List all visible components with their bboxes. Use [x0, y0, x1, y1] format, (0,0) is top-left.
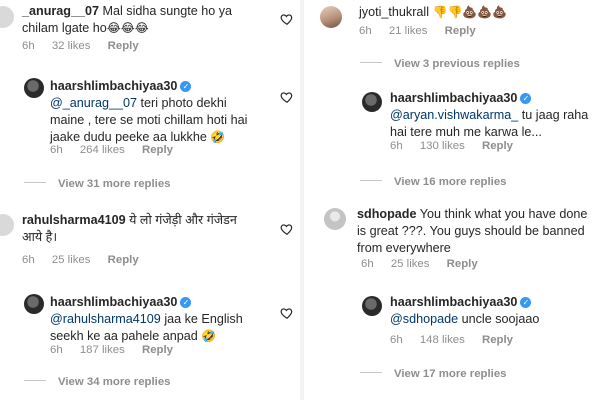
- comment-likes[interactable]: 25 likes: [52, 254, 91, 266]
- view-more-line: [24, 182, 46, 183]
- heart-outline-icon[interactable]: [280, 306, 294, 320]
- comment-text: ये लो गंजेड़ी और गंजेडन: [129, 213, 237, 227]
- comment-text: seekh ke aa pahele anpad: [50, 329, 198, 343]
- verified-badge-icon: ✓: [180, 81, 192, 92]
- comment-text: jaake dudu peeke aa lukkhe: [50, 130, 207, 144]
- comment-username[interactable]: haarshlimbachiyaa30: [50, 79, 177, 93]
- comment-likes[interactable]: 21 likes: [389, 25, 428, 37]
- reply-button[interactable]: Reply: [445, 25, 476, 37]
- view-more-label: View 16 more replies: [394, 176, 507, 188]
- reply-button[interactable]: Reply: [447, 258, 478, 270]
- view-more-line: [360, 372, 382, 373]
- avatar[interactable]: [362, 296, 382, 316]
- reply-button[interactable]: Reply: [482, 140, 513, 152]
- reply-button[interactable]: Reply: [142, 144, 173, 156]
- view-more-replies[interactable]: View 17 more replies: [360, 368, 507, 380]
- comment-username[interactable]: sdhopade: [357, 207, 416, 221]
- comment-emoji: 🤣: [210, 130, 226, 144]
- view-more-line: [360, 62, 382, 63]
- comment: sdhopade You think what you have done is…: [304, 202, 600, 274]
- comment-time: 6h: [50, 344, 63, 356]
- comment-time: 6h: [361, 258, 374, 270]
- mention-link[interactable]: @rahulsharma4109: [50, 312, 161, 326]
- comment-text: from everywhere: [357, 241, 451, 255]
- reply-button[interactable]: Reply: [482, 334, 513, 346]
- avatar[interactable]: [320, 6, 342, 28]
- view-more-line: [360, 180, 382, 181]
- view-more-label: View 3 previous replies: [394, 58, 520, 70]
- comment: _anurag__07 Mal sidha sungte ho ya chila…: [0, 0, 300, 60]
- comment-text: jaa ke English: [164, 312, 243, 326]
- reply-button[interactable]: Reply: [108, 254, 139, 266]
- comment-text: teri photo dekhi: [140, 96, 227, 110]
- avatar[interactable]: [0, 6, 14, 28]
- left-comment-column: _anurag__07 Mal sidha sungte ho ya chila…: [0, 0, 300, 400]
- heart-outline-icon[interactable]: [280, 222, 294, 236]
- heart-outline-icon[interactable]: [280, 12, 294, 26]
- right-comment-column: jyoti_thukrall 👎👎💩💩💩 6h 21 likes Reply V…: [304, 0, 600, 400]
- comment-likes[interactable]: 187 likes: [80, 344, 125, 356]
- comment-text: is great ???. You guys should be banned: [357, 224, 585, 238]
- comment-text: tu jaag raha: [521, 108, 589, 122]
- comment-time: 6h: [22, 40, 35, 52]
- view-more-replies[interactable]: View 31 more replies: [24, 178, 171, 190]
- comment-username[interactable]: rahulsharma4109: [22, 213, 126, 227]
- comment-likes[interactable]: 264 likes: [80, 144, 125, 156]
- view-more-label: View 31 more replies: [58, 178, 171, 190]
- comment-likes[interactable]: 32 likes: [52, 40, 91, 52]
- avatar[interactable]: [24, 294, 44, 314]
- comment-emoji: 👎👎💩💩💩: [432, 5, 508, 19]
- comment-time: 6h: [390, 334, 403, 346]
- comment-username[interactable]: haarshlimbachiyaa30: [50, 295, 177, 309]
- view-more-line: [24, 380, 46, 381]
- verified-badge-icon: ✓: [520, 93, 532, 104]
- comment-emoji: 🤣: [201, 329, 217, 343]
- heart-outline-icon[interactable]: [280, 90, 294, 104]
- comment-username[interactable]: jyoti_thukrall: [359, 5, 429, 19]
- reply-button[interactable]: Reply: [108, 40, 139, 52]
- comment-time: 6h: [390, 140, 403, 152]
- avatar[interactable]: [0, 214, 14, 236]
- comment-emoji: 😂😂😂: [106, 21, 149, 35]
- comment-username[interactable]: haarshlimbachiyaa30: [390, 295, 517, 309]
- comment-time: 6h: [22, 254, 35, 266]
- reply-comment: haarshlimbachiyaa30 ✓ @aryan.vishwakarma_…: [304, 84, 600, 160]
- reply-comment: haarshlimbachiyaa30 ✓ @rahulsharma4109 ja…: [0, 286, 300, 366]
- comment: rahulsharma4109 ये लो गंजेड़ी और गंजेडन …: [0, 208, 300, 278]
- verified-badge-icon: ✓: [180, 297, 192, 308]
- comment-text: maine , tere se moti chillam hoti hai: [50, 113, 248, 127]
- avatar[interactable]: [362, 92, 382, 112]
- avatar[interactable]: [324, 208, 346, 230]
- avatar[interactable]: [24, 78, 44, 98]
- comment-likes[interactable]: 130 likes: [420, 140, 465, 152]
- view-previous-replies[interactable]: View 3 previous replies: [360, 58, 520, 70]
- comment-time: 6h: [50, 144, 63, 156]
- reply-button[interactable]: Reply: [142, 344, 173, 356]
- mention-link[interactable]: @aryan.vishwakarma_: [390, 108, 518, 122]
- view-more-label: View 34 more replies: [58, 376, 171, 388]
- comment-text: uncle soojaao: [461, 312, 540, 326]
- verified-badge-icon: ✓: [520, 297, 532, 308]
- view-more-replies[interactable]: View 34 more replies: [24, 376, 171, 388]
- view-more-label: View 17 more replies: [394, 368, 507, 380]
- comment-likes[interactable]: 25 likes: [391, 258, 430, 270]
- comment-text: You think what you have done: [419, 207, 588, 221]
- comment-text: hai tere muh me karwa le...: [390, 125, 542, 139]
- comment-time: 6h: [359, 25, 372, 37]
- comment-likes[interactable]: 148 likes: [420, 334, 465, 346]
- comment: jyoti_thukrall 👎👎💩💩💩 6h 21 likes Reply: [304, 0, 600, 44]
- comment-text: आये है।: [22, 230, 58, 244]
- mention-link[interactable]: @sdhopade: [390, 312, 458, 326]
- comment-username[interactable]: _anurag__07: [22, 4, 99, 18]
- comment-username[interactable]: haarshlimbachiyaa30: [390, 91, 517, 105]
- mention-link[interactable]: @_anurag__07: [50, 96, 137, 110]
- comment-text: Mal sidha sungte ho ya: [102, 4, 233, 18]
- view-more-replies[interactable]: View 16 more replies: [360, 176, 507, 188]
- comment-text: chilam lgate ho: [22, 21, 107, 35]
- reply-comment: haarshlimbachiyaa30 ✓ @sdhopade uncle soo…: [304, 288, 600, 352]
- reply-comment: haarshlimbachiyaa30 ✓ @_anurag__07 teri p…: [0, 70, 300, 160]
